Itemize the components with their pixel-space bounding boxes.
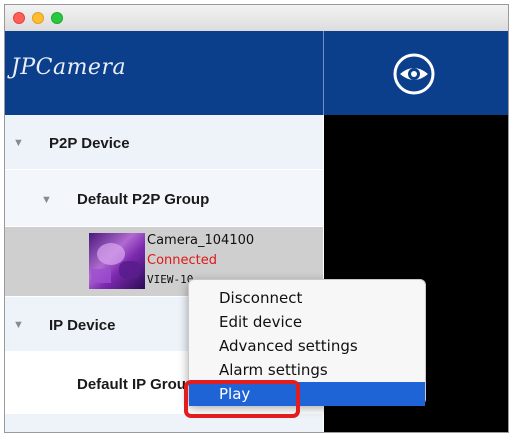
triangle-down-icon[interactable]: ▼	[41, 194, 52, 206]
camera-status: Connected	[147, 253, 218, 268]
triangle-down-icon[interactable]: ▼	[13, 319, 24, 331]
close-window-button[interactable]	[13, 12, 25, 24]
camera-thumbnail	[89, 233, 145, 289]
annotation-highlight	[184, 380, 300, 418]
menu-item-disconnect[interactable]: Disconnect	[189, 286, 425, 310]
tree-item-label: P2P Device	[49, 135, 130, 152]
tree-item-default-p2p-group[interactable]: ▼ Default P2P Group	[5, 170, 323, 227]
eye-icon[interactable]	[391, 51, 437, 97]
header-divider	[323, 31, 324, 115]
title-bar	[5, 5, 508, 32]
app-logo: JPCamera	[11, 55, 127, 80]
camera-view-label: VIEW-10	[147, 273, 194, 286]
tree-item-label: Default IP Group	[77, 376, 196, 393]
menu-item-alarm-settings[interactable]: Alarm settings	[189, 358, 425, 382]
triangle-down-icon[interactable]: ▼	[13, 137, 24, 149]
zoom-window-button[interactable]	[51, 12, 63, 24]
tree-item-p2p-device[interactable]: ▼ P2P Device	[5, 115, 323, 170]
tree-item-label: IP Device	[49, 317, 116, 334]
menu-item-edit-device[interactable]: Edit device	[189, 310, 425, 334]
app-header: JPCamera	[5, 31, 508, 115]
camera-name: Camera_104100	[147, 233, 255, 248]
menu-item-advanced-settings[interactable]: Advanced settings	[189, 334, 425, 358]
tree-item-label: Default P2P Group	[77, 191, 210, 208]
minimize-window-button[interactable]	[32, 12, 44, 24]
